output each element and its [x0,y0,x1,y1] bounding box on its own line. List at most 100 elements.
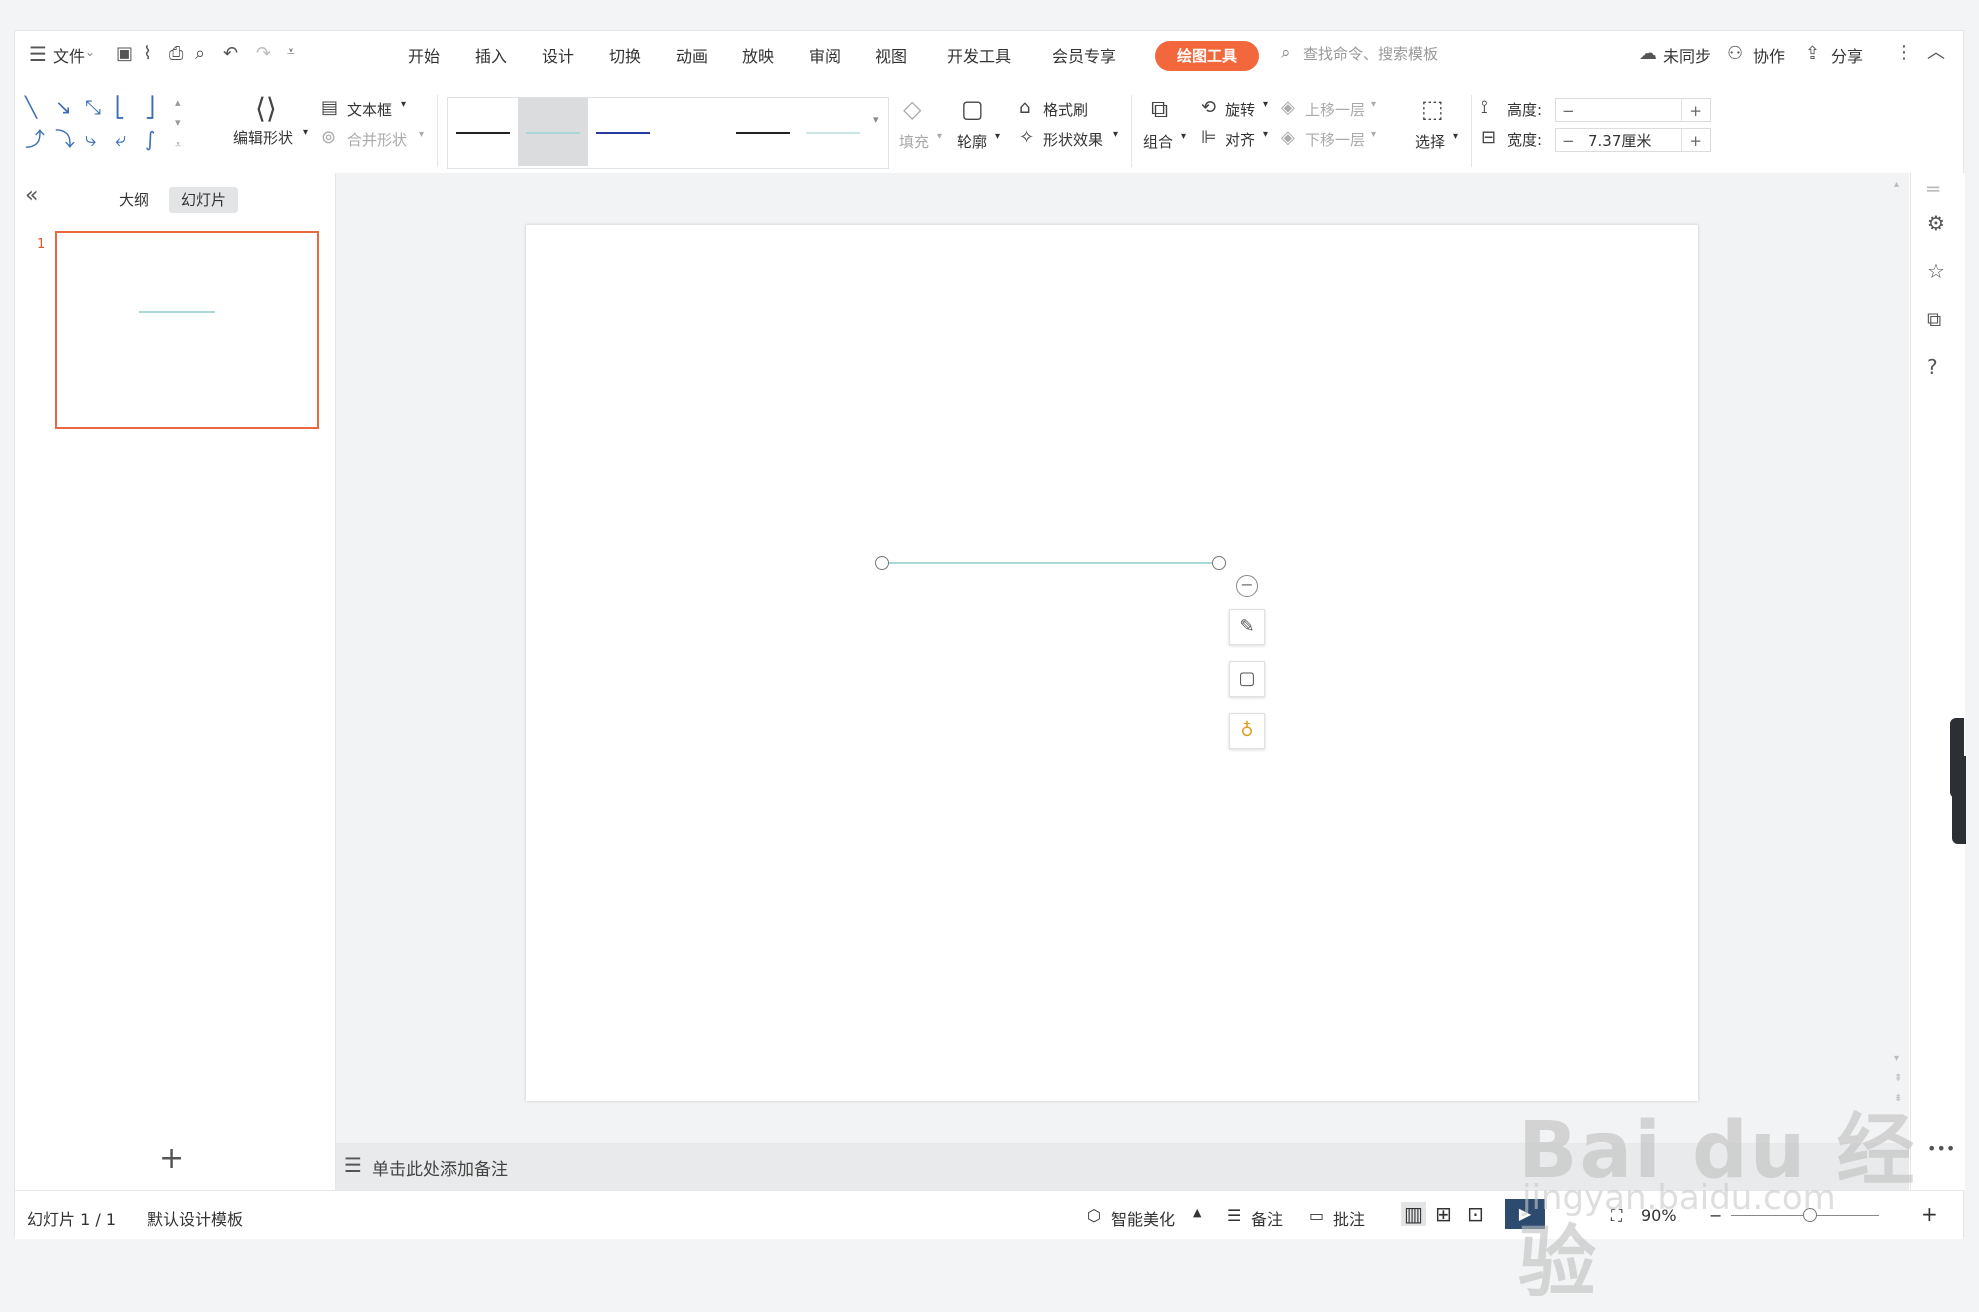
smart-beautify-icon[interactable]: ⬡ [1087,1206,1101,1225]
share-button[interactable]: 分享 [1831,43,1863,67]
curved-double-arrow-icon[interactable]: ⤶ [115,129,126,149]
merge-shape-icon[interactable]: ⊚ [321,129,336,147]
shape-style-brush-icon[interactable]: ✎ [1229,609,1265,645]
rotate-button[interactable]: 旋转 [1225,99,1255,120]
line-style-swatch[interactable] [798,98,868,166]
line-style-swatch[interactable] [448,98,518,166]
gallery-scroll-up-icon[interactable]: ▴ [175,97,181,108]
notes-toggle-icon[interactable]: ☰ [1227,1206,1241,1225]
selected-line-shape[interactable] [882,562,1219,564]
favorite-icon[interactable]: ☆ [1927,261,1945,281]
line-style-swatch-selected[interactable] [518,98,588,166]
cloud-sync-icon[interactable]: ☁ [1639,45,1657,63]
outline-icon[interactable]: ▢ [961,97,984,121]
send-backward-button[interactable]: 下移一层 [1305,129,1365,150]
properties-icon[interactable]: ⚙ [1927,213,1945,233]
edit-shape-icon[interactable]: ⟨⟩ [255,95,277,123]
comment-icon[interactable]: ▭ [1309,1206,1324,1225]
search-input[interactable]: 查找命令、搜索模板 [1303,43,1438,64]
elbow-connector-icon[interactable]: ⎣ [115,97,125,117]
curved-arrow-connector-icon[interactable]: ⤷ [85,129,96,149]
edit-shape-button[interactable]: 编辑形状 [233,127,293,148]
bring-forward-icon[interactable]: ◈ [1281,99,1295,117]
outline-button[interactable]: 轮廓 [957,131,987,152]
save-icon[interactable]: ▣ [116,45,133,63]
line-style-swatch[interactable] [658,98,728,166]
connector-gallery[interactable]: ╲ ↘ ⤡ ⎣ ⎦ ⤴ ⤵ ⤷ ⤶ ∫ ▴ ▾ ⩡ [25,95,205,161]
rotate-icon[interactable]: ⟲ [1201,99,1216,117]
height-input[interactable]: − + [1555,98,1711,122]
shape-effect-icon[interactable]: ✧ [1019,129,1034,147]
fill-dropdown-icon[interactable]: ▾ [937,131,942,142]
bring-forward-dropdown-icon[interactable]: ▾ [1371,99,1376,110]
collapse-ribbon-icon[interactable]: ︿ [1927,44,1945,62]
align-dropdown-icon[interactable]: ▾ [1263,129,1268,140]
rotate-dropdown-icon[interactable]: ▾ [1263,99,1268,110]
gallery-expand-icon[interactable]: ⩡ [175,139,181,150]
text-box-icon[interactable]: ▤ [321,99,338,117]
notes-placeholder[interactable]: 单击此处添加备注 [372,1155,508,1180]
width-increment-button[interactable]: + [1689,129,1702,153]
vertical-scrollbar[interactable]: ▴ ▾ ⇞ ⇟ [1888,173,1909,1143]
shape-outline-float-icon[interactable]: ▢ [1229,661,1265,697]
slide-thumbnail[interactable] [55,231,319,429]
height-increment-button[interactable]: + [1689,99,1702,123]
chevron-down-icon[interactable]: ⌄ [85,46,95,58]
line-style-swatch[interactable] [588,98,658,166]
align-button[interactable]: 对齐 [1225,129,1255,150]
template-name[interactable]: 默认设计模板 [147,1206,243,1230]
tab-design[interactable]: 设计 [542,43,574,67]
smart-beautify-button[interactable]: 智能美化 [1111,1206,1175,1230]
shape-effect-button[interactable]: 形状效果 [1043,129,1103,150]
redo-icon[interactable]: ↷ [256,45,271,63]
print-icon[interactable]: ⎙ [169,45,183,63]
fill-bucket-icon[interactable]: ◇ [903,97,921,121]
tab-transition[interactable]: 切换 [609,43,641,67]
select-pointer-icon[interactable]: ⬚ [1421,97,1444,121]
more-icon[interactable]: ⋮ [1895,44,1913,62]
select-button[interactable]: 选择 [1415,131,1445,152]
undo-icon[interactable]: ↶ [223,45,238,63]
text-box-button[interactable]: 文本框 [347,99,392,120]
width-input[interactable]: − 7.37厘米 + [1555,128,1711,152]
tab-slideshow[interactable]: 放映 [742,43,774,67]
bring-forward-button[interactable]: 上移一层 [1305,99,1365,120]
merge-shape-dropdown-icon[interactable]: ▾ [419,129,424,140]
comment-button[interactable]: 批注 [1333,1206,1365,1230]
tab-home[interactable]: 开始 [408,43,440,67]
double-arrow-connector-icon[interactable]: ⤡ [85,97,101,117]
tab-insert[interactable]: 插入 [475,43,507,67]
width-decrement-button[interactable]: − [1562,129,1575,153]
arrow-connector-icon[interactable]: ↘ [55,97,72,117]
align-icon[interactable]: ⊫ [1201,129,1217,147]
tab-drawing-tools[interactable]: 绘图工具 [1155,41,1259,71]
line-start-handle[interactable] [875,556,889,570]
style-gallery-expand-icon[interactable]: ▾ [873,113,879,126]
slide-switch-icon[interactable]: ⧉ [1927,309,1941,329]
height-decrement-button[interactable]: − [1562,99,1575,123]
share-icon[interactable]: ⇪ [1805,45,1820,63]
tab-developer[interactable]: 开发工具 [947,43,1011,67]
send-backward-icon[interactable]: ◈ [1281,129,1295,147]
add-slide-button[interactable]: + [159,1141,184,1176]
normal-view-icon[interactable]: ▥ [1401,1202,1426,1226]
collaborate-button[interactable]: 协作 [1753,43,1785,67]
sync-status[interactable]: 未同步 [1663,43,1711,67]
search-icon[interactable]: ⌕ [1281,45,1291,62]
menu-file[interactable]: 文件 [53,43,85,67]
scroll-down-icon[interactable]: ▾ [1894,1053,1899,1064]
merge-shape-button[interactable]: 合并形状 [347,129,407,150]
collaborate-icon[interactable]: ⚇ [1727,45,1743,63]
collapse-float-toolbar-icon[interactable]: − [1236,575,1258,597]
format-painter-button[interactable]: 格式刷 [1043,99,1088,120]
straight-connector-icon[interactable]: ╲ [25,97,37,117]
curved-connector-icon[interactable]: ⤵ [55,129,75,149]
smart-tip-bulb-icon[interactable]: ♁ [1229,713,1265,749]
select-dropdown-icon[interactable]: ▾ [1453,131,1458,142]
tab-view[interactable]: 视图 [875,43,907,67]
reading-view-icon[interactable]: ⊡ [1467,1202,1484,1226]
group-icon[interactable]: ⧉ [1151,97,1168,121]
fill-button[interactable]: 填充 [899,131,929,152]
freeform-curve-icon[interactable]: ∫ [145,129,155,149]
outline-dropdown-icon[interactable]: ▾ [995,131,1000,142]
